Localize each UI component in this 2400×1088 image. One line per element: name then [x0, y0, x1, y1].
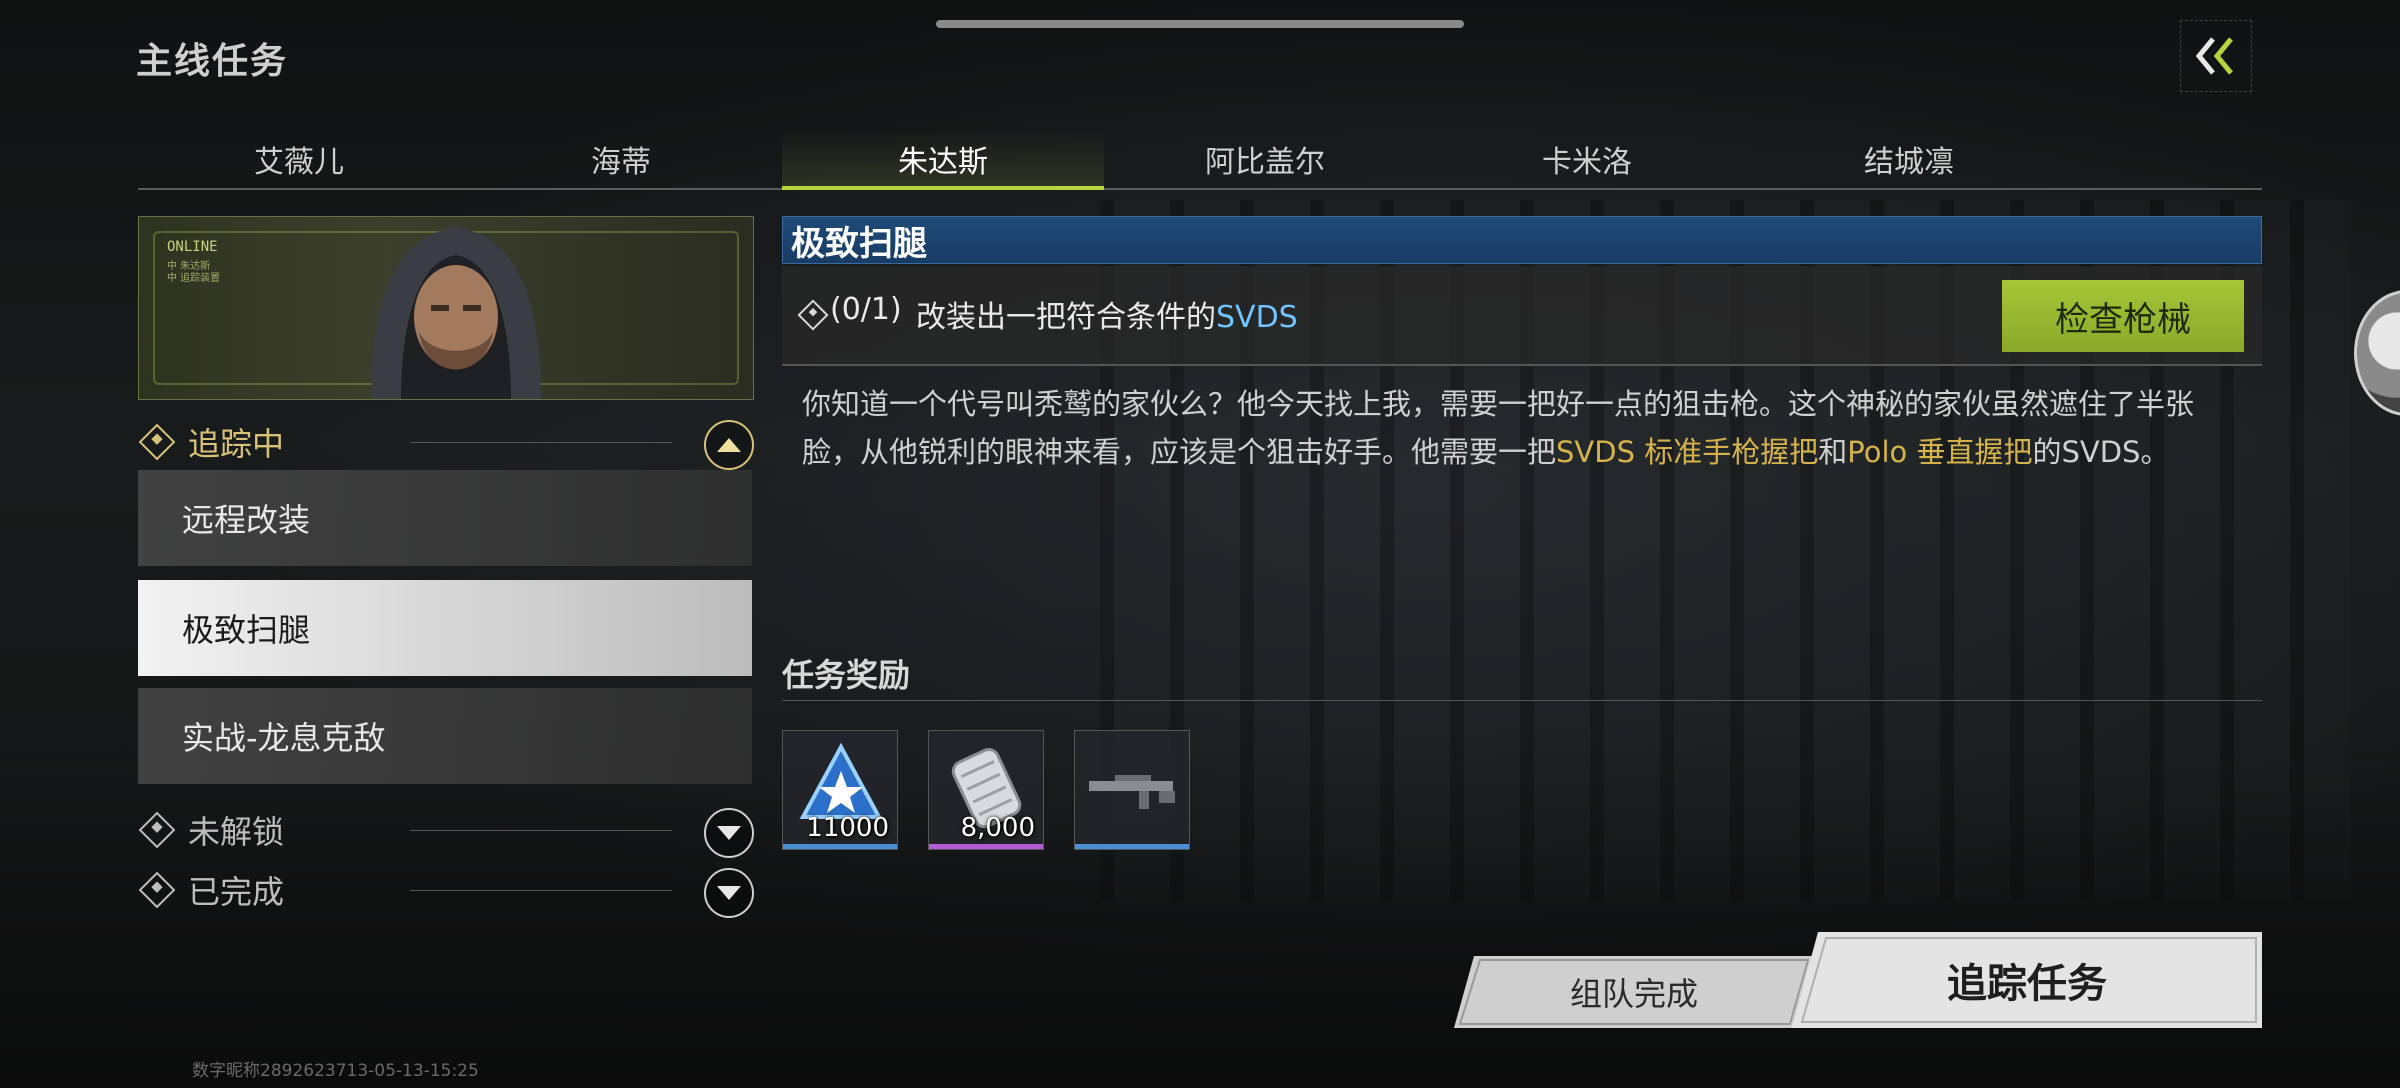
reward-item-xp[interactable]: 11000 — [782, 730, 898, 850]
divider — [410, 830, 672, 831]
objective-text: 改装出一把符合条件的SVDS — [916, 292, 1298, 336]
online-status: ONLINE — [167, 239, 218, 255]
track-quest-button[interactable]: 追踪任务 — [1792, 932, 2262, 1028]
tab-camillo[interactable]: 卡米洛 — [1426, 130, 1748, 188]
triangle-up-icon — [717, 438, 741, 452]
completed-label: 已完成 — [188, 873, 285, 911]
quest-item-dragon-breath[interactable]: 实战-龙息克敌 — [138, 688, 752, 784]
completed-section-header[interactable]: 已完成 — [138, 868, 284, 912]
character-tabs: 艾薇儿 海蒂 朱达斯 阿比盖尔 卡米洛 结城凛 — [138, 130, 2262, 190]
rarity-bar — [783, 844, 897, 849]
tab-abigail[interactable]: 阿比盖尔 — [1104, 130, 1426, 188]
divider — [782, 700, 2262, 701]
check-weapon-button[interactable]: 检查枪械 — [2002, 280, 2244, 352]
triangle-down-icon — [717, 826, 741, 840]
tracking-collapse-button[interactable] — [704, 420, 754, 470]
diamond-icon — [138, 423, 176, 461]
team-complete-label: 组队完成 — [1569, 975, 1698, 1013]
track-quest-label: 追踪任务 — [1947, 961, 2107, 1007]
rarity-bar — [929, 844, 1043, 849]
reward-item-rifle[interactable] — [1074, 730, 1190, 850]
diamond-icon — [797, 299, 829, 331]
rifle-icon — [1089, 775, 1175, 809]
quest-description: 你知道一个代号叫秃鹫的家伙么？他今天找上我，需要一把好一点的狙击枪。这个神秘的家… — [802, 380, 2222, 476]
portrait-subtext: 中 朱达斯 中 追踪装置 — [167, 261, 220, 285]
divider — [410, 442, 672, 443]
watermark: 数字昵称2892623713-05-13-15:25 — [192, 1061, 479, 1081]
page-title: 主线任务 — [136, 41, 289, 82]
team-complete-button[interactable]: 组队完成 — [1454, 956, 1814, 1028]
objective-prefix: 改装出一把符合条件的 — [916, 300, 1216, 335]
reward-item-cash[interactable]: 8,000 — [928, 730, 1044, 850]
portrait-subtext-line2: 中 追踪装置 — [167, 273, 221, 284]
top-drag-handle[interactable] — [936, 20, 1464, 28]
reward-quantity: 8,000 — [960, 813, 1035, 843]
tracking-label: 追踪中 — [188, 425, 285, 463]
desc-text-2: 和 — [1818, 435, 1848, 469]
rarity-bar — [1075, 844, 1189, 849]
desc-highlight-grip-1: SVDS 标准手枪握把 — [1556, 435, 1819, 469]
portrait-subtext-line1: 中 朱达斯 — [167, 261, 211, 272]
diamond-icon — [138, 871, 176, 909]
tab-heidi[interactable]: 海蒂 — [460, 130, 782, 188]
divider — [410, 890, 672, 891]
objective-progress: (0/1) — [830, 292, 902, 327]
objective-highlight: SVDS — [1216, 300, 1298, 335]
triangle-down-icon — [717, 886, 741, 900]
quest-item-ultimate-sweep[interactable]: 极致扫腿 — [138, 580, 752, 676]
tab-avril[interactable]: 艾薇儿 — [138, 130, 460, 188]
rewards-header: 任务奖励 — [782, 656, 911, 694]
quest-title: 极致扫腿 — [782, 216, 2262, 264]
desc-text-3: 的SVDS。 — [2032, 435, 2170, 469]
locked-label: 未解锁 — [188, 813, 285, 851]
reward-quantity: 11000 — [806, 813, 889, 843]
character-face-image — [371, 227, 541, 399]
tracking-section-header: 追踪中 — [138, 420, 284, 464]
desc-highlight-grip-2: Polo 垂直握把 — [1847, 435, 2033, 469]
completed-expand-button[interactable] — [704, 868, 754, 918]
locked-section-header[interactable]: 未解锁 — [138, 808, 284, 852]
locked-expand-button[interactable] — [704, 808, 754, 858]
character-portrait: ONLINE 中 朱达斯 中 追踪装置 — [138, 216, 754, 400]
quest-item-remote-mod[interactable]: 远程改装 — [138, 470, 752, 566]
diamond-icon — [138, 811, 176, 849]
double-chevron-left-icon — [2195, 37, 2233, 75]
collapse-button[interactable] — [2180, 20, 2252, 92]
tab-judas[interactable]: 朱达斯 — [782, 130, 1104, 190]
tab-yuki-rin[interactable]: 结城凛 — [1748, 130, 2070, 188]
